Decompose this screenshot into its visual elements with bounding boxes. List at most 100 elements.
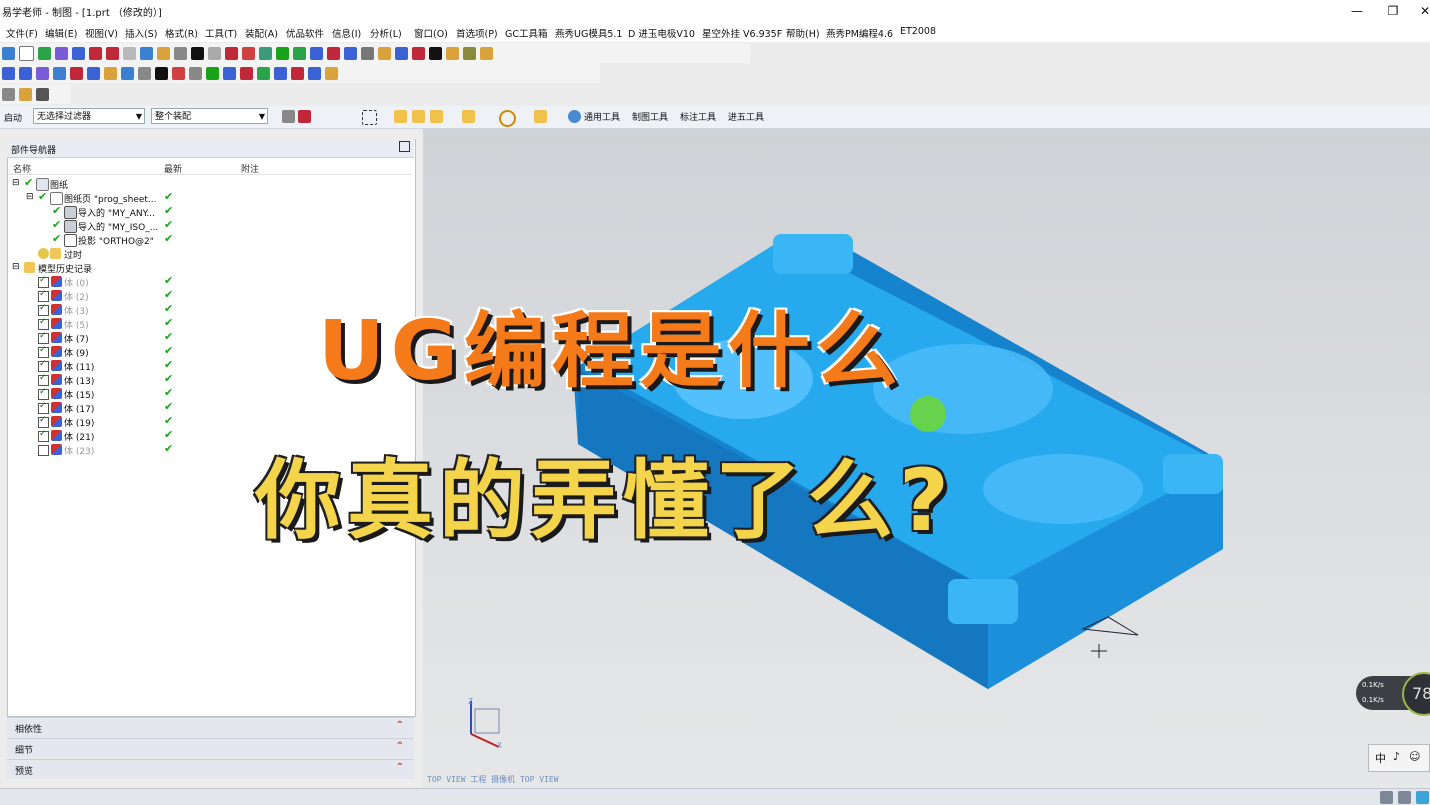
visibility-checkbox[interactable] bbox=[38, 345, 49, 358]
snap-end-icon[interactable] bbox=[394, 110, 407, 123]
menu-youpin[interactable]: 优品软件 bbox=[286, 26, 324, 40]
detail-icon[interactable] bbox=[53, 66, 66, 80]
go-icon[interactable] bbox=[206, 66, 219, 80]
balloon-icon[interactable] bbox=[325, 66, 338, 80]
note-icon[interactable] bbox=[412, 46, 425, 60]
undo-icon[interactable] bbox=[55, 46, 68, 60]
tree-view-3[interactable]: ✔ 投影 "ORTHO@2" ✔ bbox=[52, 232, 412, 247]
save-icon[interactable] bbox=[38, 46, 51, 60]
tree-view-1[interactable]: ✔ 导入的 "MY_ANY... ✔ bbox=[52, 204, 412, 219]
copy-icon[interactable] bbox=[89, 46, 102, 60]
paste-icon[interactable] bbox=[106, 46, 119, 60]
dimension-icon[interactable] bbox=[327, 46, 340, 60]
menu-jinyu-electrode[interactable]: D 进玉电极V10 bbox=[628, 26, 695, 40]
status-icon-3[interactable] bbox=[1416, 791, 1429, 804]
start-menu[interactable]: 启动 bbox=[4, 111, 22, 124]
jinwu-tools-menu[interactable]: 进五工具 bbox=[728, 110, 764, 123]
visibility-checkbox[interactable] bbox=[38, 289, 49, 302]
play-icon[interactable] bbox=[276, 46, 289, 60]
ime-mode[interactable]: 中 bbox=[1375, 750, 1386, 766]
rectangle-select-icon[interactable] bbox=[362, 110, 377, 125]
sheet-icon[interactable] bbox=[19, 66, 32, 80]
expand-icon[interactable]: ⌃ bbox=[396, 720, 404, 731]
update-icon[interactable] bbox=[172, 66, 185, 80]
weld-icon[interactable] bbox=[257, 66, 270, 80]
ime-punct-icon[interactable]: ♪ bbox=[1393, 750, 1400, 763]
tool-icon[interactable] bbox=[361, 46, 374, 60]
maximize-panel-icon[interactable] bbox=[399, 141, 410, 152]
column-name[interactable]: 名称 bbox=[13, 162, 31, 175]
grid-icon[interactable] bbox=[225, 46, 238, 60]
centerline-icon[interactable] bbox=[274, 66, 287, 80]
menu-et2008[interactable]: ET2008 bbox=[900, 26, 936, 37]
window-icon[interactable] bbox=[463, 46, 476, 60]
annotation-tools-menu[interactable]: 标注工具 bbox=[680, 110, 716, 123]
visibility-checkbox[interactable] bbox=[38, 275, 49, 288]
visibility-checkbox[interactable] bbox=[38, 445, 49, 456]
zoom-icon[interactable] bbox=[157, 46, 170, 60]
camera-icon[interactable] bbox=[189, 66, 202, 80]
tree-drawing-root[interactable]: ⊟ ✔ 图纸 bbox=[12, 176, 412, 191]
menu-help[interactable]: 帮助(H) bbox=[786, 26, 820, 40]
snap-point-icon[interactable] bbox=[568, 110, 581, 123]
format-icon[interactable] bbox=[19, 87, 32, 101]
bom-icon[interactable] bbox=[308, 66, 321, 80]
view-icon[interactable] bbox=[2, 66, 15, 80]
align-icon[interactable] bbox=[310, 46, 323, 60]
column-notes[interactable]: 附注 bbox=[241, 162, 259, 175]
menu-yanxiu-pm[interactable]: 燕秀PM编程4.6 bbox=[826, 26, 893, 40]
panel-details[interactable]: 细节 ⌃ bbox=[7, 738, 414, 758]
section-icon[interactable] bbox=[36, 66, 49, 80]
refresh-icon[interactable] bbox=[293, 46, 306, 60]
tree-sheet[interactable]: ⊟ ✔ 图纸页 "prog_sheet... ✔ bbox=[26, 190, 412, 205]
panel-preview[interactable]: 预览 ⌃ bbox=[7, 759, 414, 779]
edit-icon[interactable] bbox=[429, 46, 442, 60]
visibility-checkbox[interactable] bbox=[38, 401, 49, 414]
menu-preferences[interactable]: 首选项(P) bbox=[456, 26, 498, 40]
new-icon[interactable] bbox=[2, 46, 15, 60]
menu-analysis[interactable]: 分析(L) bbox=[370, 26, 402, 40]
print-icon[interactable] bbox=[208, 46, 221, 60]
base-view-icon[interactable] bbox=[104, 66, 117, 80]
assembly-scope-select[interactable]: 整个装配 ▼ bbox=[151, 108, 268, 124]
snap-curve-icon[interactable] bbox=[462, 110, 475, 123]
visibility-checkbox[interactable] bbox=[38, 303, 49, 316]
hatch-icon[interactable] bbox=[291, 66, 304, 80]
delete-icon[interactable] bbox=[191, 46, 204, 60]
rotate-icon[interactable] bbox=[174, 46, 187, 60]
symbol-icon[interactable] bbox=[240, 66, 253, 80]
collapse-icon[interactable]: ⊟ bbox=[12, 178, 20, 188]
column-latest[interactable]: 最新 bbox=[164, 162, 182, 175]
table-icon[interactable] bbox=[395, 46, 408, 60]
list-icon[interactable] bbox=[36, 87, 49, 101]
status-icon-1[interactable] bbox=[1380, 791, 1393, 804]
scissors-icon[interactable] bbox=[138, 66, 151, 80]
auxiliary-view-icon[interactable] bbox=[121, 66, 134, 80]
menu-insert[interactable]: 插入(S) bbox=[125, 26, 157, 40]
restore-button[interactable]: ❐ bbox=[1378, 2, 1408, 20]
ime-emoji-icon[interactable]: ☺ bbox=[1409, 750, 1420, 763]
visibility-checkbox[interactable] bbox=[38, 387, 49, 400]
layer-settings-icon[interactable] bbox=[259, 46, 272, 60]
visibility-checkbox[interactable] bbox=[38, 359, 49, 372]
fit-icon[interactable] bbox=[140, 46, 153, 60]
visibility-checkbox[interactable] bbox=[38, 373, 49, 386]
drafting-tools-menu[interactable]: 制图工具 bbox=[632, 110, 668, 123]
layer-icon[interactable] bbox=[123, 46, 136, 60]
visibility-checkbox[interactable] bbox=[38, 429, 49, 442]
table-edit-icon[interactable] bbox=[2, 87, 15, 101]
menu-tools[interactable]: 工具(T) bbox=[205, 26, 237, 40]
settings-icon[interactable] bbox=[378, 46, 391, 60]
break-icon[interactable] bbox=[70, 66, 83, 80]
close-button[interactable]: ✕ bbox=[1410, 2, 1430, 20]
tree-body-row[interactable]: 体 (17) ✔ bbox=[38, 400, 412, 415]
cut-icon[interactable] bbox=[72, 46, 85, 60]
status-icon-2[interactable] bbox=[1398, 791, 1411, 804]
menu-file[interactable]: 文件(F) bbox=[6, 26, 38, 40]
measure-icon[interactable] bbox=[344, 46, 357, 60]
chart-icon[interactable] bbox=[446, 46, 459, 60]
menu-xingkong[interactable]: 星空外挂 V6.935F bbox=[702, 26, 782, 40]
select-icon[interactable] bbox=[298, 110, 311, 123]
open-icon[interactable] bbox=[19, 45, 34, 61]
snap-line-icon[interactable] bbox=[430, 110, 443, 123]
